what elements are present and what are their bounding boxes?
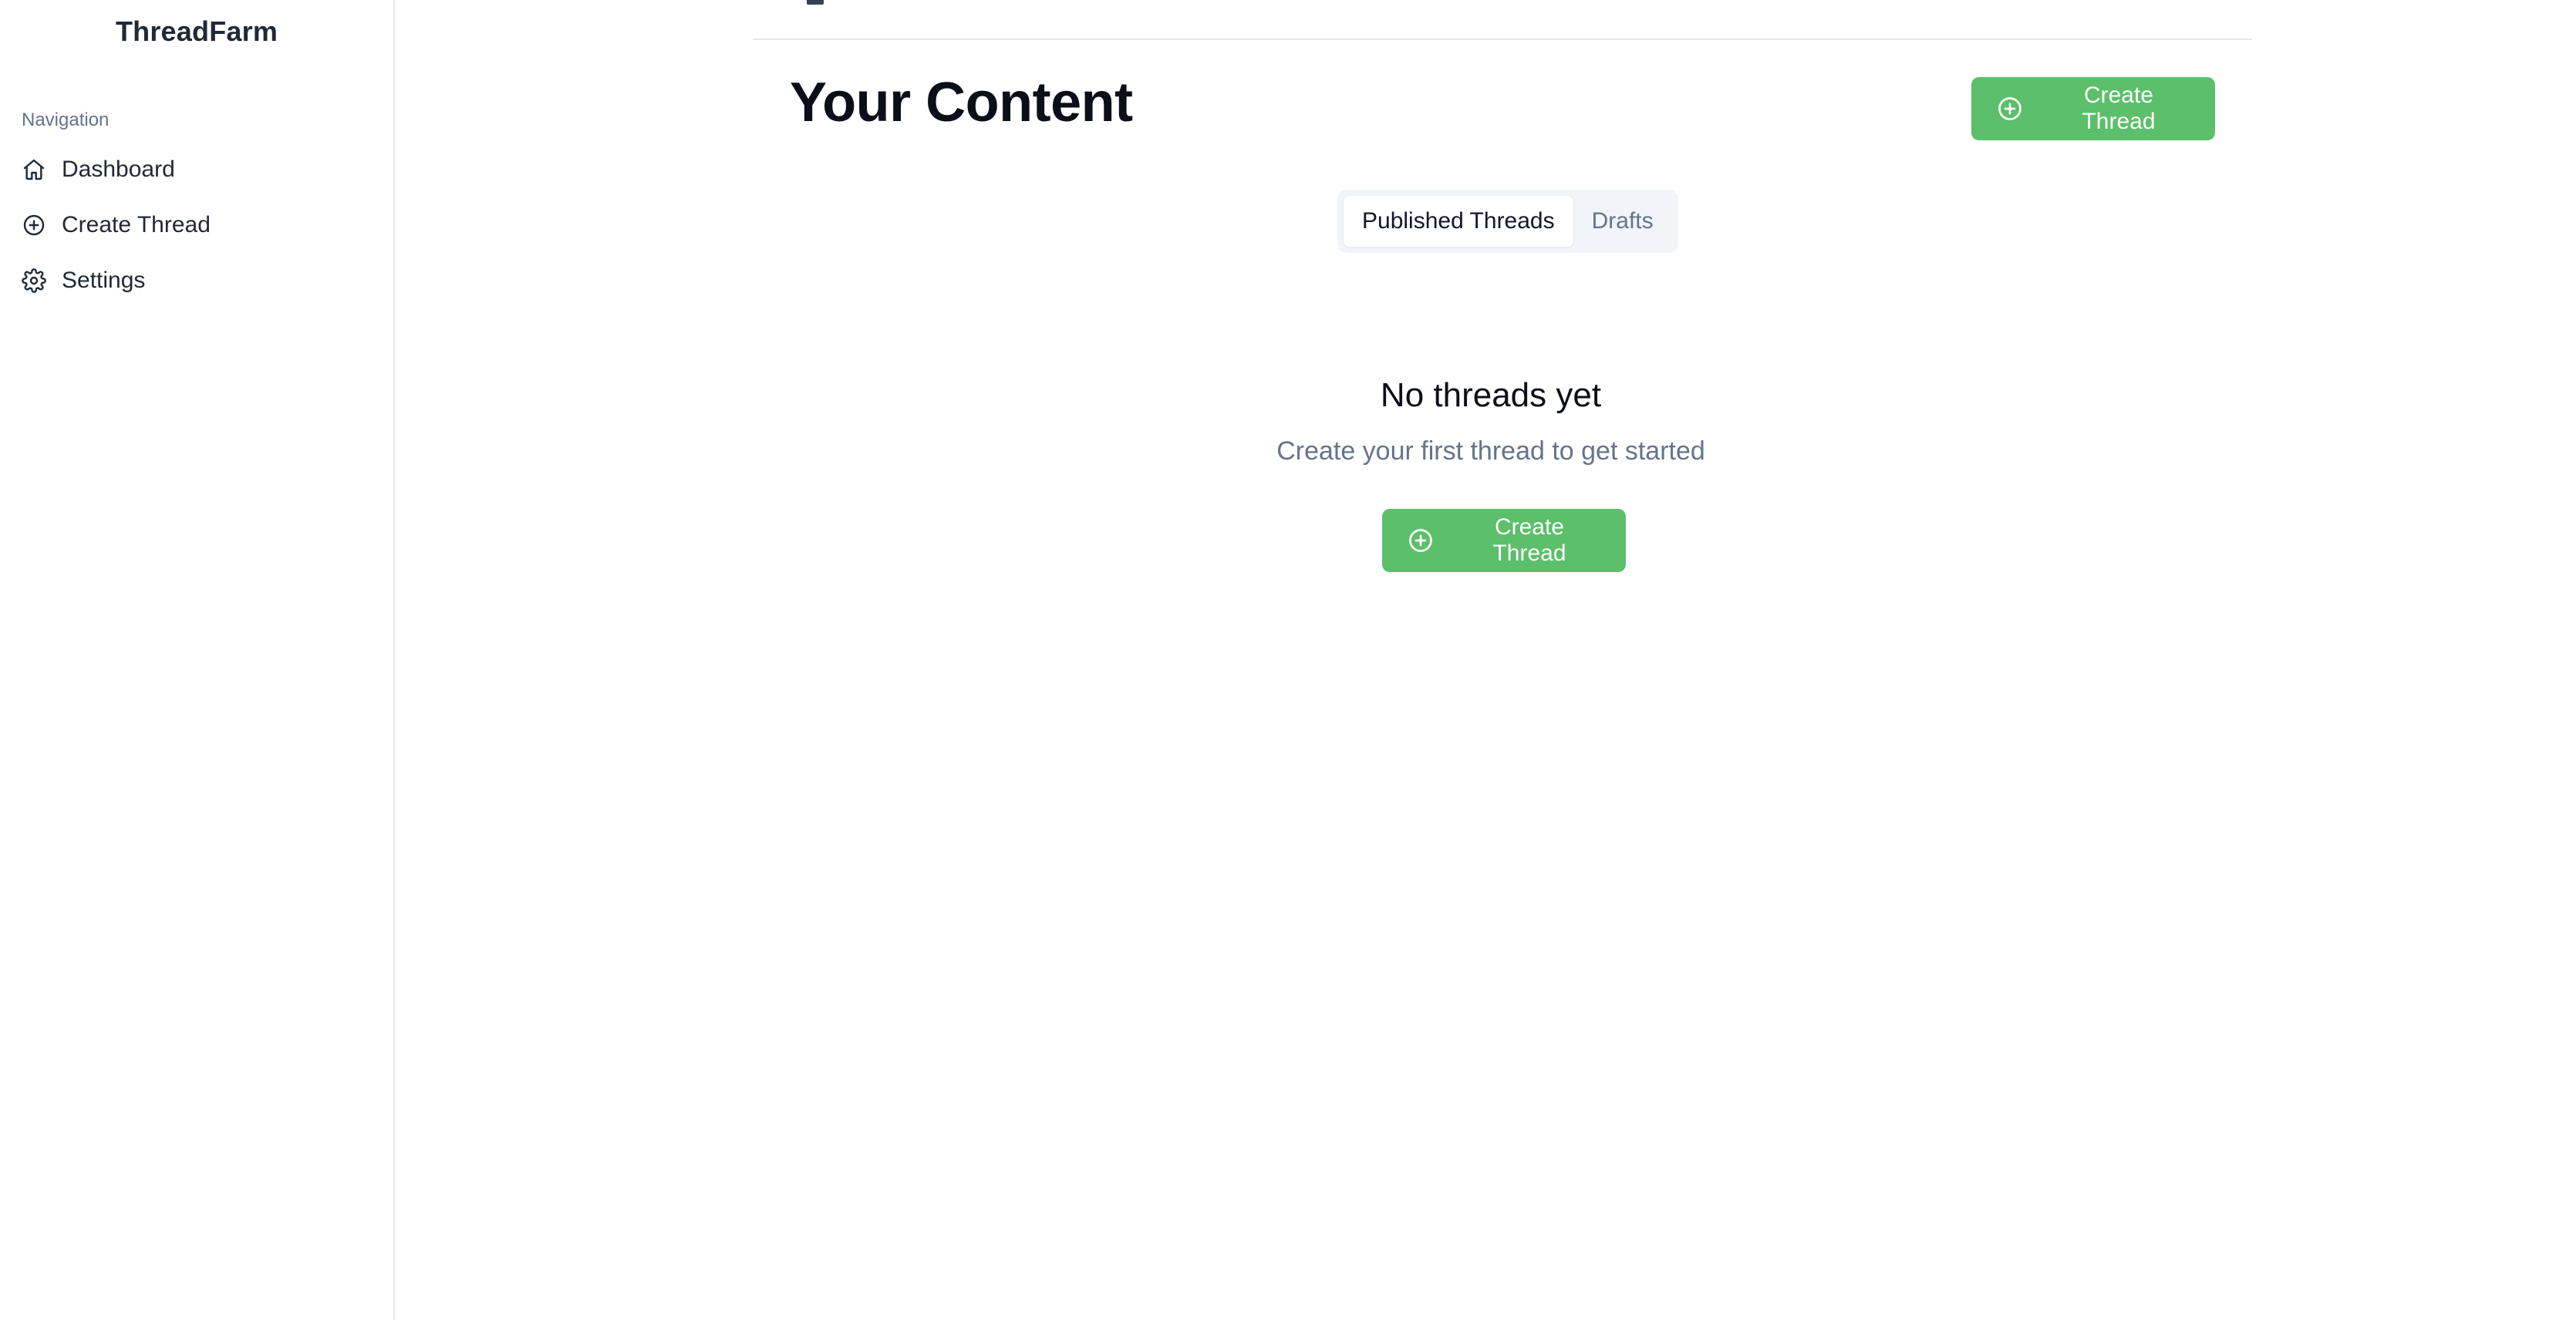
sidebar: ThreadFarm Navigation Dashboard Create T…	[0, 0, 395, 1320]
empty-state-create-thread-button[interactable]: Create Thread	[1382, 509, 1626, 572]
empty-state-title: No threads yet	[1380, 376, 1602, 414]
sidebar-item-settings[interactable]: Settings	[15, 258, 378, 304]
sidebar-item-label: Settings	[62, 268, 146, 293]
menu-icon[interactable]	[807, 0, 824, 5]
top-bar	[753, 0, 2252, 40]
brand-logo[interactable]: ThreadFarm	[0, 15, 393, 48]
gear-icon	[22, 268, 46, 293]
sidebar-item-label: Create Thread	[62, 212, 211, 237]
page-title: Your Content	[790, 72, 1133, 133]
nav-heading: Navigation	[22, 109, 110, 130]
sidebar-item-dashboard[interactable]: Dashboard	[15, 146, 378, 193]
plus-circle-icon	[22, 213, 46, 237]
sidebar-item-label: Dashboard	[62, 157, 175, 182]
tab-drafts[interactable]: Drafts	[1573, 196, 1672, 247]
content-tabs: Published Threads Drafts	[1337, 190, 1678, 253]
plus-circle-icon	[1996, 95, 2024, 123]
create-thread-button-label: Create Thread	[2082, 82, 2156, 134]
main-content: Your Content Create Thread Published Thr…	[396, 0, 2576, 1320]
sidebar-item-create-thread[interactable]: Create Thread	[15, 202, 378, 248]
tab-published-threads[interactable]: Published Threads	[1344, 196, 1573, 247]
nav-list: Dashboard Create Thread Settings	[15, 146, 378, 313]
home-icon	[22, 157, 46, 182]
empty-state-button-label: Create Thread	[1492, 514, 1566, 566]
create-thread-button[interactable]: Create Thread	[1971, 77, 2215, 140]
plus-circle-icon	[1407, 527, 1435, 554]
empty-state-subtitle: Create your first thread to get started	[1276, 436, 1705, 466]
